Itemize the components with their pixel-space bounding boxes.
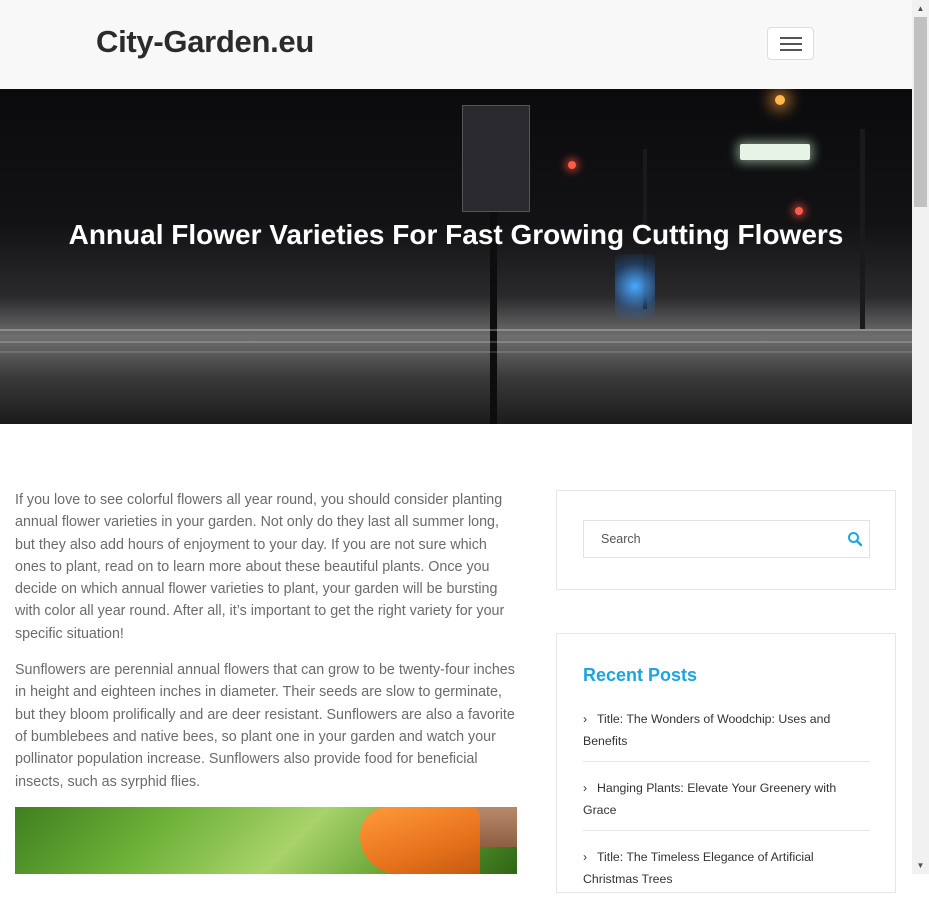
site-logo-text[interactable]: City-Garden.eu	[96, 24, 314, 60]
scrollbar-thumb[interactable]	[914, 17, 927, 207]
recent-post-link[interactable]: Hanging Plants: Elevate Your Greenery wi…	[583, 781, 836, 817]
street-light	[615, 254, 655, 319]
light-streak	[0, 341, 912, 343]
site-header: City-Garden.eu	[0, 0, 912, 89]
article-content: If you love to see colorful flowers all …	[15, 489, 517, 807]
recent-posts-list: › Title: The Wonders of Woodchip: Uses an…	[583, 706, 870, 912]
street-light	[740, 144, 810, 160]
search-widget	[556, 490, 896, 590]
article-image	[15, 807, 517, 874]
list-item: › Title: The Wonders of Woodchip: Uses an…	[583, 706, 870, 762]
search-input[interactable]	[584, 521, 851, 557]
recent-post-link[interactable]: Title: The Wonders of Woodchip: Uses and…	[583, 712, 830, 748]
street-light	[775, 95, 785, 105]
chevron-right-icon: ›	[583, 712, 588, 726]
list-item: › Title: The Timeless Elegance of Artific…	[583, 844, 870, 899]
hamburger-icon-bar	[780, 49, 802, 51]
hamburger-icon	[780, 37, 802, 39]
hamburger-icon-bar	[780, 43, 802, 45]
article-paragraph: If you love to see colorful flowers all …	[15, 492, 505, 642]
page-title: Annual Flower Varieties For Fast Growing…	[68, 219, 844, 250]
street-light	[568, 161, 576, 169]
gardening-glove	[360, 807, 480, 874]
light-streak	[0, 329, 912, 331]
scroll-down-arrow-icon[interactable]: ▼	[912, 857, 929, 874]
light-streak	[0, 351, 912, 353]
street-light	[795, 207, 803, 215]
article-paragraph: Sunflowers are perennial annual flowers …	[15, 662, 515, 790]
scroll-up-arrow-icon[interactable]: ▲	[912, 0, 929, 17]
vertical-scrollbar[interactable]: ▲ ▼	[912, 0, 929, 874]
street-sign	[462, 105, 530, 212]
recent-posts-widget: Recent Posts › Title: The Wonders of Wood…	[556, 633, 896, 893]
list-item: › Hanging Plants: Elevate Your Greenery w…	[583, 775, 870, 831]
chevron-right-icon: ›	[583, 781, 588, 795]
recent-post-link[interactable]: Title: The Timeless Elegance of Artifici…	[583, 850, 814, 886]
search-icon[interactable]	[847, 531, 863, 547]
chevron-right-icon: ›	[583, 850, 588, 864]
hero-banner: Annual Flower Varieties For Fast Growing…	[0, 89, 912, 424]
recent-posts-title: Recent Posts	[583, 665, 698, 685]
search-box	[583, 520, 870, 558]
menu-toggle-button[interactable]	[767, 27, 814, 60]
